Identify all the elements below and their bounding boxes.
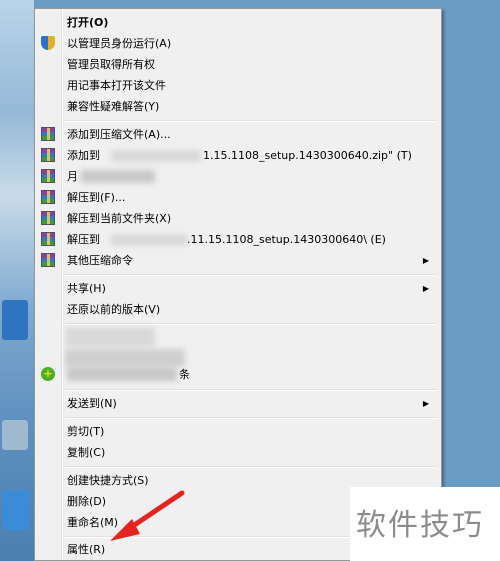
annotation-arrow	[110, 490, 185, 541]
watermark-text: 软件技巧	[356, 508, 484, 543]
